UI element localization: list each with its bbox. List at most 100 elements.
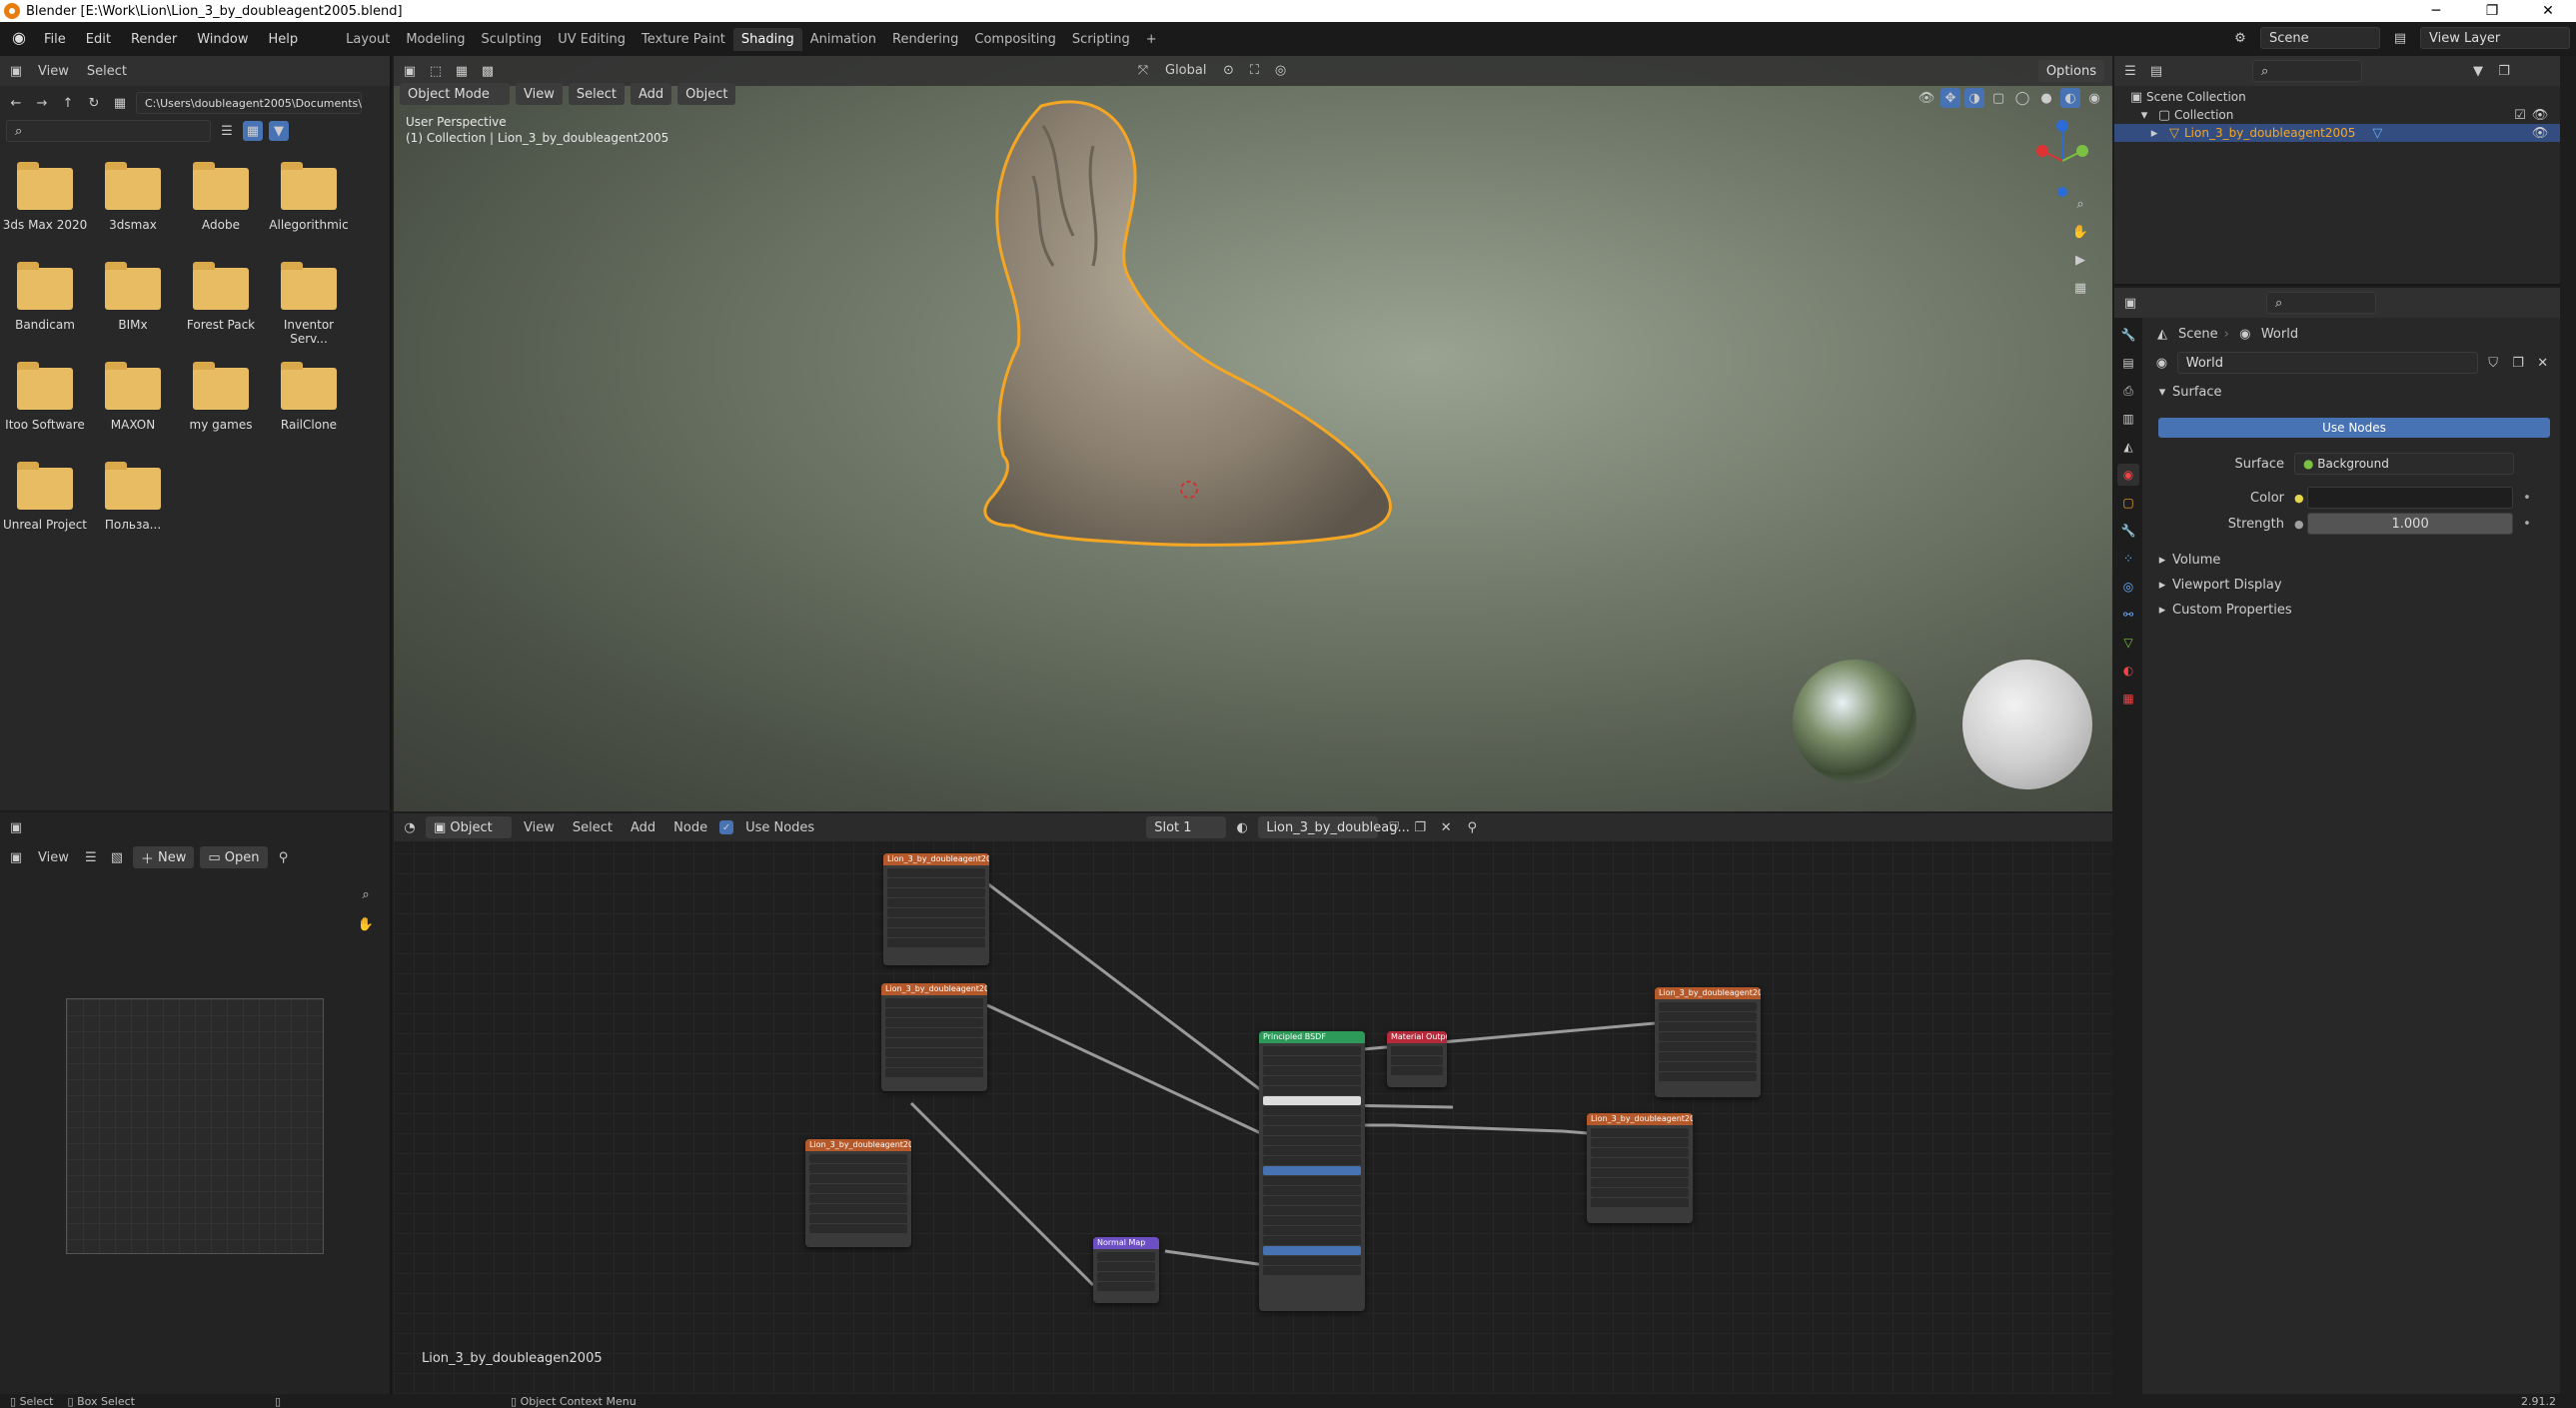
data-tab-icon[interactable]: ▽ <box>2117 632 2139 654</box>
scene-tab-icon[interactable]: ◭ <box>2117 436 2139 458</box>
path-field[interactable]: C:\Users\doubleagent2005\Documents\ <box>136 92 362 114</box>
minimize-button[interactable]: ─ <box>2408 0 2464 22</box>
custom-properties-panel-header[interactable]: ▸ Custom Properties <box>2152 598 2552 622</box>
filter-icon[interactable]: ▼ <box>269 121 289 141</box>
view-layer-selector[interactable]: View Layer <box>2420 27 2570 49</box>
color-swatch[interactable] <box>2307 487 2514 509</box>
hamburger-icon[interactable]: ☰ <box>81 847 101 867</box>
editor-type-icon[interactable]: ▣ <box>6 61 26 81</box>
new-image-button[interactable]: ＋ New <box>132 846 195 868</box>
image-mode-icon[interactable]: ▣ <box>6 847 26 867</box>
perspective-grid-icon[interactable]: ▦ <box>2070 278 2090 298</box>
folder-item[interactable]: Adobe <box>176 162 266 232</box>
display-thumbs-icon[interactable]: ▦ <box>243 121 263 141</box>
image-browse-icon[interactable]: ▧ <box>107 847 127 867</box>
checkbox-icon[interactable]: ☑ <box>2510 105 2530 125</box>
use-nodes-button[interactable]: Use Nodes <box>2158 418 2550 438</box>
blender-menu-icon[interactable]: ◉ <box>8 28 30 50</box>
world-tab-icon[interactable]: ◉ <box>2117 464 2139 486</box>
pan-hand-icon[interactable]: ✋ <box>2070 222 2090 242</box>
filter-icon[interactable]: ▼ <box>2468 61 2488 81</box>
image-texture-node-basecolor[interactable]: Lion_3_by_doubleagent2005_BaseColor <box>883 853 989 965</box>
shader-node-editor[interactable]: ◔ ▣ Object View Select Add Node ✓ Use No… <box>394 813 2112 1394</box>
folder-item[interactable]: BIMx <box>88 262 178 332</box>
material-output-node[interactable]: Material Output <box>1387 1031 1447 1087</box>
outliner-row[interactable]: ▣ Scene Collection <box>2114 88 2560 106</box>
principled-bsdf-node[interactable]: Principled BSDF <box>1259 1031 1365 1311</box>
eye-icon[interactable]: 👁 <box>2530 123 2550 143</box>
view-layer-tab-icon[interactable]: ▥ <box>2117 408 2139 430</box>
pan-hand-icon[interactable]: ✋ <box>356 914 376 934</box>
scene-selector[interactable]: Scene <box>2260 27 2380 49</box>
unlink-icon[interactable]: ✕ <box>2533 353 2552 373</box>
tab-compositing[interactable]: Compositing <box>966 28 1064 51</box>
menu-select[interactable]: Select <box>81 64 133 79</box>
folder-item[interactable]: Польза... <box>88 462 178 532</box>
image-texture-node-specular[interactable]: Lion_3_by_doubleagent2005_Specular <box>1655 987 1761 1097</box>
filter-search-input[interactable]: ⌕ <box>6 120 211 142</box>
fake-user-shield-icon[interactable]: ⛉ <box>2484 353 2503 373</box>
back-icon[interactable]: ← <box>6 93 26 113</box>
material-tab-icon[interactable]: ◐ <box>2117 660 2139 682</box>
outliner-row-selected[interactable]: ▸ ▽ Lion_3_by_doubleagent2005 ▽ 👁 <box>2114 124 2560 142</box>
new-folder-icon[interactable]: ▦ <box>110 93 130 113</box>
image-texture-node-roughness[interactable]: Lion_3_by_doubleagent2005_Roughness <box>881 983 987 1091</box>
duplicate-icon[interactable]: ❐ <box>2509 353 2528 373</box>
folder-item[interactable]: 3ds Max 2020 <box>0 162 90 232</box>
folder-item[interactable]: Inventor Serv... <box>264 262 354 346</box>
maximize-button[interactable]: ❐ <box>2464 0 2520 22</box>
zoom-icon[interactable]: ⌕ <box>2070 194 2090 214</box>
pin-icon[interactable]: ⚲ <box>274 847 294 867</box>
physics-tab-icon[interactable]: ◎ <box>2117 576 2139 598</box>
menu-view[interactable]: View <box>32 64 75 79</box>
display-list-icon[interactable]: ☰ <box>217 121 237 141</box>
folder-item[interactable]: 3dsmax <box>88 162 178 232</box>
folder-item[interactable]: Forest Pack <box>176 262 266 332</box>
menu-window[interactable]: Window <box>187 32 258 47</box>
texture-tab-icon[interactable]: ▦ <box>2117 688 2139 709</box>
tab-shading[interactable]: Shading <box>732 27 802 51</box>
tab-sculpting[interactable]: Sculpting <box>473 28 550 51</box>
outliner-search-input[interactable]: ⌕ <box>2252 60 2362 82</box>
gizmo-y-axis[interactable] <box>2076 145 2088 157</box>
menu-edit[interactable]: Edit <box>76 32 121 47</box>
zoom-icon[interactable]: ⌕ <box>356 884 376 904</box>
tab-modeling[interactable]: Modeling <box>398 28 473 51</box>
volume-panel-header[interactable]: ▸ Volume <box>2152 548 2552 572</box>
navigation-gizmo[interactable] <box>2032 116 2112 206</box>
strength-slider[interactable]: 1.000 <box>2307 513 2514 535</box>
gizmo-z-axis[interactable] <box>2056 120 2068 132</box>
surface-shader-field[interactable]: ● Background <box>2294 453 2514 475</box>
add-workspace-icon[interactable]: + <box>1138 28 1165 51</box>
display-mode-icon[interactable]: ▤ <box>2146 61 2166 81</box>
lion-mesh[interactable] <box>983 100 1392 547</box>
render-tab-icon[interactable]: ▤ <box>2117 352 2139 374</box>
folder-item[interactable]: MAXON <box>88 362 178 432</box>
folder-item[interactable]: Bandicam <box>0 262 90 332</box>
modifier-tab-icon[interactable]: 🔧 <box>2117 520 2139 542</box>
expand-arrow-icon[interactable]: ▸ <box>2144 123 2164 143</box>
outliner-row[interactable]: ▾ ▢ Collection ☑ 👁 <box>2114 106 2560 124</box>
forward-icon[interactable]: → <box>32 93 52 113</box>
tab-uv-editing[interactable]: UV Editing <box>550 28 634 51</box>
close-button[interactable]: ✕ <box>2520 0 2576 22</box>
properties-search-input[interactable]: ⌕ <box>2266 292 2376 314</box>
world-name-field[interactable]: World <box>2176 352 2478 374</box>
normal-map-node[interactable]: Normal Map <box>1093 1237 1159 1303</box>
particles-tab-icon[interactable]: ⁘ <box>2117 548 2139 570</box>
constraints-tab-icon[interactable]: ⚯ <box>2117 604 2139 626</box>
editor-type-icon[interactable]: ▣ <box>2120 293 2140 313</box>
3d-viewport[interactable]: ▣ ⬚ ▦ ▩ Object Mode View Select Add Obje… <box>394 56 2112 811</box>
keyframe-dot-icon[interactable]: • <box>2523 517 2531 532</box>
gizmo-x-axis[interactable] <box>2036 145 2048 157</box>
menu-help[interactable]: Help <box>259 32 309 47</box>
folder-item[interactable]: Itoo Software <box>0 362 90 432</box>
editor-type-icon[interactable]: ☰ <box>2120 61 2140 81</box>
new-collection-icon[interactable]: ❐ <box>2494 61 2514 81</box>
world-browse-icon[interactable]: ◉ <box>2152 353 2171 373</box>
gizmo-neg-z-axis[interactable] <box>2057 187 2067 197</box>
viewport-display-panel-header[interactable]: ▸ Viewport Display <box>2152 573 2552 597</box>
camera-icon[interactable]: ▶ <box>2070 250 2090 270</box>
expand-arrow-icon[interactable]: ▾ <box>2134 105 2154 125</box>
tab-rendering[interactable]: Rendering <box>884 28 966 51</box>
